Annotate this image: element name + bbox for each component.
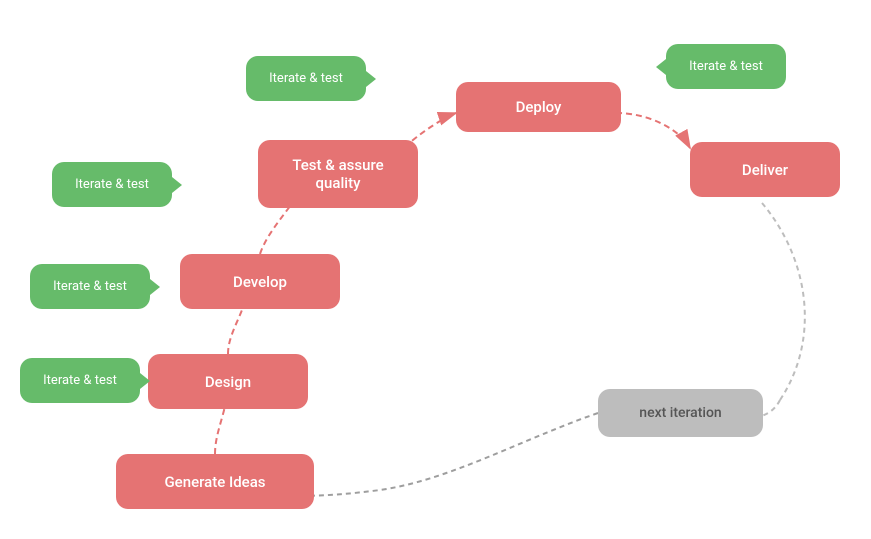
iterate-test-3: Iterate & test (30, 264, 150, 309)
iterate-test-1: Iterate & test (246, 56, 366, 101)
diagram-container: Generate Ideas Design Develop Test & ass… (0, 0, 871, 539)
iterate-test-2: Iterate & test (52, 162, 172, 207)
design-node: Design (148, 354, 308, 409)
generate-ideas-node: Generate Ideas (116, 454, 314, 509)
develop-node: Develop (180, 254, 340, 309)
iterate-test-4: Iterate & test (20, 358, 140, 403)
deploy-node: Deploy (456, 82, 621, 132)
test-assure-node: Test & assure quality (258, 140, 418, 208)
deliver-node: Deliver (690, 142, 840, 197)
iterate-test-5: Iterate & test (666, 44, 786, 89)
next-iteration-node: next iteration (598, 389, 763, 437)
